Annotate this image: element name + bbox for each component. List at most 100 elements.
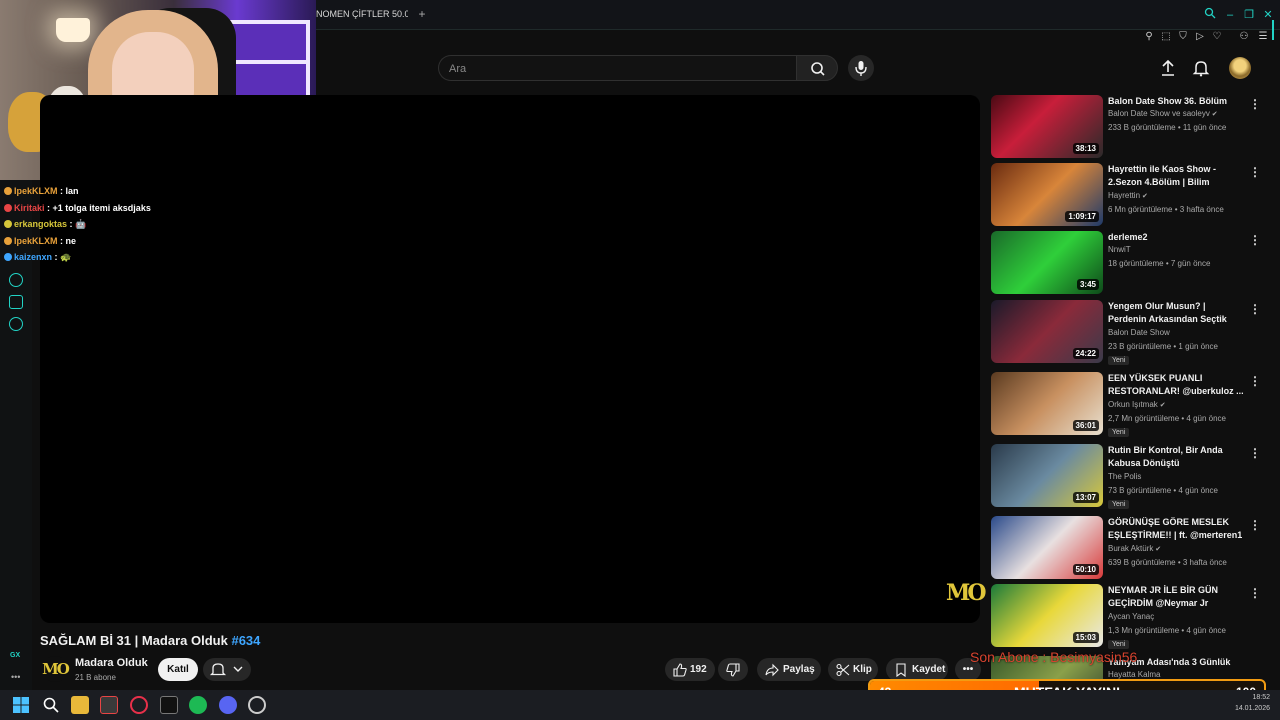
more-vertical-icon[interactable]: ⋮ [1249,518,1261,532]
more-vertical-icon[interactable]: ⋮ [1249,374,1261,388]
chat-username[interactable]: erkangoktas [14,219,67,229]
clock-time[interactable]: 18:52 [1238,694,1270,701]
recommendation-channel[interactable]: The Polis [1108,472,1141,481]
capture-app-icon[interactable] [100,696,118,714]
more-vertical-icon[interactable]: ⋮ [1249,165,1261,179]
video-thumbnail[interactable]: 50:10 [991,516,1103,579]
recommendation-title[interactable]: GÖRÜNÜŞE GÖRE MESLEK EŞLEŞTİRME!! | ft. … [1108,516,1244,542]
file-explorer-icon[interactable] [71,696,89,714]
recommendation-item[interactable]: 36:01 EEN YÜKSEK PUANLI RESTORANLAR! @ube… [991,372,1261,437]
play-icon[interactable]: ▷ [1193,30,1207,44]
recommendation-item[interactable]: 24:22 Yengem Olur Musun? | Perdenin Arkas… [991,300,1261,365]
like-button[interactable]: 192 [665,658,715,681]
save-button[interactable]: Kaydet [886,658,948,681]
join-button[interactable]: Katıl [158,658,198,681]
recommendation-title[interactable]: Rutin Bir Kontrol, Bir Anda Kabusa Dönüş… [1108,444,1244,470]
account-avatar[interactable] [1229,57,1251,79]
extensions-icon[interactable] [9,295,23,309]
mic-button[interactable] [848,55,874,81]
search-box[interactable] [438,55,796,81]
channel-name[interactable]: Madara Olduk [75,657,148,669]
restore-icon[interactable]: ❐ [1241,7,1257,23]
recommendation-channel[interactable]: Hayrettin ✔ [1108,191,1148,200]
recommendation-channel[interactable]: NnwiT [1108,245,1131,254]
video-hashtag[interactable]: #634 [231,633,260,648]
recommendation-channel[interactable]: Balon Date Show [1108,328,1170,337]
chat-username[interactable]: kaizenxn [14,252,52,262]
streaming-app-icon[interactable] [160,696,178,714]
video-player[interactable] [40,95,980,623]
recommendation-channel[interactable]: Aycan Yanaç [1108,612,1154,621]
recommendation-item[interactable]: 50:10 GÖRÜNÜŞE GÖRE MESLEK EŞLEŞTİRME!! |… [991,516,1261,580]
video-thumbnail[interactable]: 1:09:17 [991,163,1103,226]
channel-name[interactable]: The Polis [1108,472,1141,481]
share-button[interactable]: Paylaş [757,658,821,681]
plus-icon[interactable]: + [416,7,428,21]
discord-icon[interactable] [219,696,237,714]
recommendation-title[interactable]: Balon Date Show 36. Bölüm [1108,95,1244,108]
dislike-button[interactable] [718,658,748,681]
more-vertical-icon[interactable]: ⋮ [1249,233,1261,247]
more-vertical-icon[interactable]: ⋮ [1249,97,1261,111]
recommendation-item[interactable]: 15:03 NEYMAR JR İLE BİR GÜN GEÇİRDİM @Ney… [991,584,1261,649]
channel-name[interactable]: Hayrettin [1108,191,1140,200]
recommendation-item[interactable]: 1:09:17 Hayrettin ile Kaos Show - 2.Sezon… [991,163,1261,227]
search-input[interactable] [449,61,779,77]
opera-gx-icon[interactable] [130,696,148,714]
clip-button[interactable]: Klip [828,658,878,681]
recommendation-item[interactable]: 3:45 derleme2 NnwiT 18 görüntüleme • 7 gün … [991,231,1261,295]
channel-name[interactable]: NnwiT [1108,245,1131,254]
upload-icon[interactable] [1158,58,1178,78]
chat-username[interactable]: IpekKLXM [14,186,58,196]
recommendation-channel[interactable]: Balon Date Show ve saoleyv ✔ [1108,109,1218,118]
recommendation-item[interactable]: 13:07 Rutin Bir Kontrol, Bir Anda Kabusa … [991,444,1261,509]
recommendation-title[interactable]: Hayrettin ile Kaos Show - 2.Sezon 4.Bölü… [1108,163,1244,189]
recommendation-channel[interactable]: Burak Aktürk ✔ [1108,544,1161,553]
minimize-icon[interactable]: – [1222,7,1238,23]
video-thumbnail[interactable]: 15:03 [991,584,1103,647]
recommendation-title[interactable]: derleme2 [1108,231,1244,244]
recommendation-channel[interactable]: Orkun Işıtmak ✔ [1108,400,1166,409]
steam-icon[interactable] [248,696,266,714]
video-thumbnail[interactable]: 13:07 [991,444,1103,507]
search-icon[interactable] [1202,7,1218,23]
channel-name[interactable]: Hayatta Kalma [1108,670,1160,679]
history-icon[interactable] [9,273,23,287]
menu-icon[interactable]: ☰ [1256,30,1270,44]
recommendation-item[interactable]: 38:13 Balon Date Show 36. Bölüm Balon Date… [991,95,1261,159]
tab-title[interactable]: NOMEN ÇİFTLER 50.00 [316,9,408,19]
windows-start-icon[interactable] [12,696,30,714]
subscription-bell-button[interactable] [203,658,251,681]
video-thumbnail[interactable]: 3:45 [991,231,1103,294]
more-vertical-icon[interactable]: ⋮ [1249,586,1261,600]
pin-icon[interactable]: ⚲ [1142,30,1156,44]
heart-icon[interactable]: ♡ [1210,30,1224,44]
spotify-icon[interactable] [189,696,207,714]
channel-name[interactable]: Balon Date Show ve saoleyv [1108,109,1210,118]
channel-name[interactable]: Orkun Işıtmak [1108,400,1158,409]
screenshot-icon[interactable]: ⬚ [1159,30,1173,44]
video-thumbnail[interactable]: 36:01 [991,372,1103,435]
shield-icon[interactable]: ⛉ [1176,30,1190,44]
account-icon[interactable]: ⚇ [1237,30,1251,44]
settings-icon[interactable] [9,317,23,331]
channel-name[interactable]: Burak Aktürk [1108,544,1153,553]
notifications-icon[interactable] [1191,58,1211,78]
search-icon[interactable] [42,696,60,714]
channel-name[interactable]: Aycan Yanaç [1108,612,1154,621]
channel-name[interactable]: Balon Date Show [1108,328,1170,337]
more-vertical-icon[interactable]: ⋮ [1249,302,1261,316]
chat-username[interactable]: Kiritaki [14,203,45,213]
recommendation-title[interactable]: EEN YÜKSEK PUANLI RESTORANLAR! @uberkulo… [1108,372,1244,398]
recommendation-title[interactable]: NEYMAR JR İLE BİR GÜN GEÇİRDİM @Neymar J… [1108,584,1244,610]
video-thumbnail[interactable]: 38:13 [991,95,1103,158]
search-button[interactable] [796,55,838,81]
more-vertical-icon[interactable]: ⋮ [1249,446,1261,460]
gx-label[interactable]: GX [10,652,20,659]
more-icon[interactable]: ••• [11,672,20,682]
channel-avatar[interactable]: MO [42,656,70,682]
clock-date[interactable]: 14.01.2026 [1226,705,1270,712]
video-thumbnail[interactable]: 24:22 [991,300,1103,363]
recommendation-channel[interactable]: Hayatta Kalma [1108,670,1160,679]
chat-username[interactable]: IpekKLXM [14,236,58,246]
